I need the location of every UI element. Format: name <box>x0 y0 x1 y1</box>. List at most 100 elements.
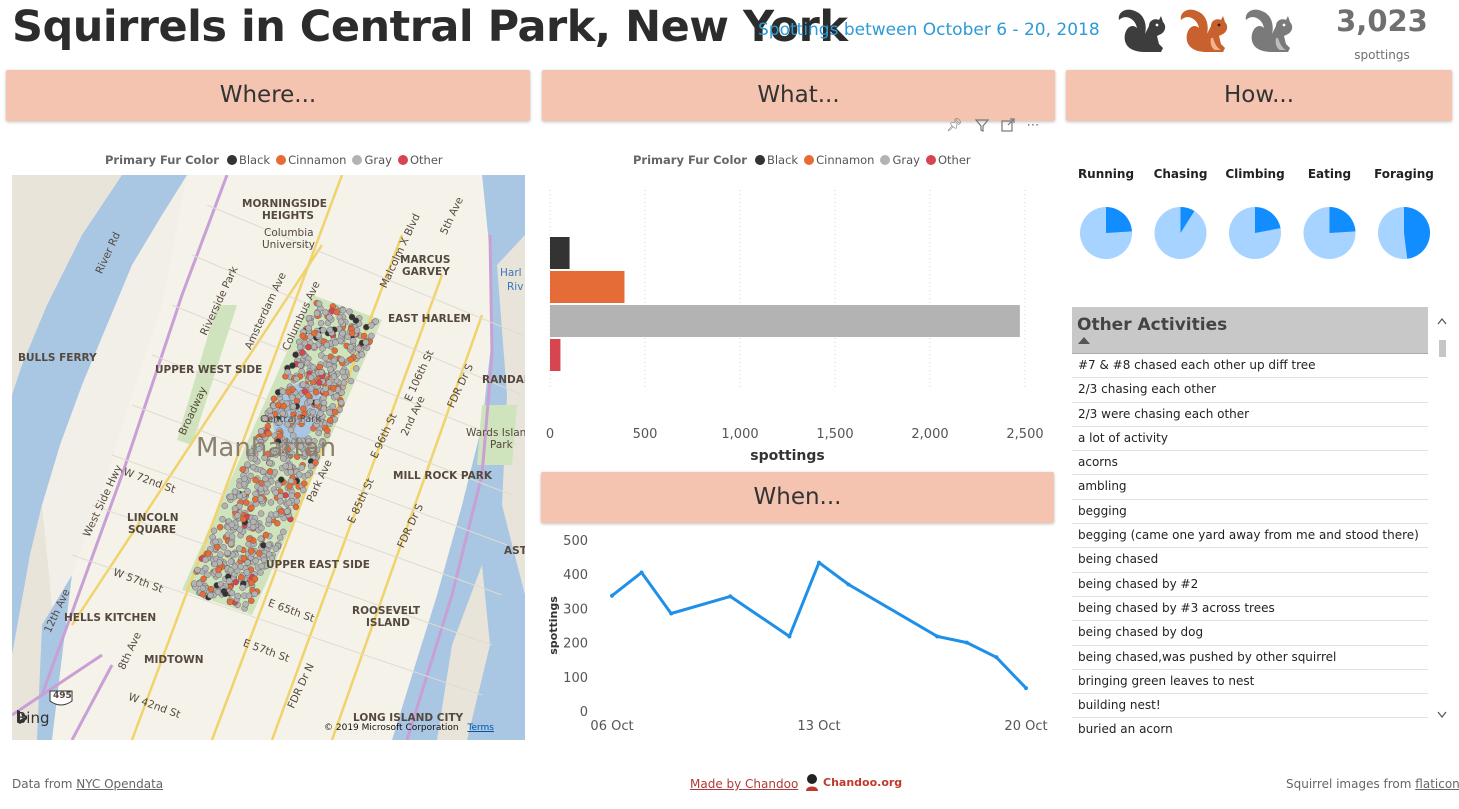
table-row[interactable]: #7 & #8 chased each other up diff tree <box>1072 354 1428 379</box>
footer-image-credit: Squirrel images from flaticon <box>1286 777 1459 791</box>
made-by-chandoo-link[interactable]: Made by Chandoo <box>690 777 798 791</box>
table-row[interactable]: ambling <box>1072 475 1428 500</box>
table-row[interactable]: 2/3 were chasing each other <box>1072 403 1428 427</box>
squirrel-point <box>280 528 287 536</box>
other-activities-table[interactable]: Other Activities #7 & #8 chased each oth… <box>1072 307 1428 741</box>
legend-title: Primary Fur Color <box>633 153 747 167</box>
squirrel-point <box>318 369 325 376</box>
table-row[interactable]: 2/3 chasing each other <box>1072 378 1428 403</box>
legend-label: Cinnamon <box>288 153 347 167</box>
line-point[interactable] <box>610 593 614 598</box>
table-row[interactable]: being chased by #2 <box>1072 573 1428 597</box>
legend-item[interactable]: Black <box>754 153 799 167</box>
squirrel-point <box>242 499 250 506</box>
squirrel-point <box>240 555 248 562</box>
squirrel-point <box>199 591 206 598</box>
squirrel-point <box>265 516 273 523</box>
pie-slice-true[interactable] <box>1404 207 1430 259</box>
map-label: Columbia <box>264 227 314 239</box>
map-legend: Primary Fur Color Black Cinnamon Gray Ot… <box>105 153 443 167</box>
filter-icon[interactable] <box>974 118 989 132</box>
table-row[interactable]: being chased,was pushed by other squirre… <box>1072 646 1428 670</box>
squirrel-point <box>348 330 356 337</box>
fur-color-bar-chart[interactable]: 0 500 1,000 1,500 2,000 2,500 spottings <box>540 175 1056 470</box>
squirrel-point <box>322 354 329 362</box>
squirrel-point <box>326 417 334 424</box>
focus-mode-icon[interactable] <box>1000 118 1015 132</box>
line-point[interactable] <box>846 582 851 587</box>
pie-slice-true[interactable] <box>1329 207 1356 233</box>
spottings-over-time-line-chart[interactable]: 0 100 200 300 400 500 06 Oct 13 Oct 20 Oct spotti… <box>540 525 1056 740</box>
table-row[interactable]: a lot of activity <box>1072 427 1428 452</box>
table-row[interactable]: being chased <box>1072 548 1428 573</box>
legend-item[interactable]: Black <box>226 153 270 167</box>
pin-icon[interactable]: 📌︎ <box>946 118 963 133</box>
data-source-prefix: Data from <box>12 777 77 791</box>
table-scrollbar[interactable] <box>1436 310 1448 738</box>
map-label: LINCOLN <box>127 512 179 524</box>
table-row[interactable]: bringing green leaves to nest <box>1072 670 1428 695</box>
line-point[interactable] <box>728 594 733 599</box>
squirrel-point <box>353 365 360 372</box>
terms-link[interactable]: Terms <box>467 723 494 733</box>
squirrel-point <box>247 472 254 480</box>
sort-ascending-icon[interactable] <box>1078 337 1090 344</box>
more-options-icon[interactable]: ⋯ <box>1027 118 1040 133</box>
squirrel-point <box>288 492 295 499</box>
squirrel-point <box>300 405 307 412</box>
nyc-opendata-link[interactable]: NYC Opendata <box>76 777 163 791</box>
chandoo-logo[interactable]: Chandoo.org <box>804 773 902 791</box>
pie-chart-group[interactable] <box>1066 165 1452 275</box>
line-point[interactable] <box>787 634 792 639</box>
table-row[interactable]: acorns <box>1072 451 1428 476</box>
bar-legend: Primary Fur Color Black Cinnamon Gray Ot… <box>633 153 971 167</box>
x-tick-label: 1,000 <box>721 427 758 442</box>
squirrel-point <box>285 388 292 396</box>
table-header[interactable]: Other Activities <box>1072 307 1428 354</box>
table-row[interactable]: being chased by #3 across trees <box>1072 597 1428 622</box>
squirrel-point <box>277 534 284 541</box>
table-row[interactable]: buried an acorn <box>1072 718 1428 741</box>
line-point[interactable] <box>817 560 821 565</box>
map-label: SQUARE <box>128 524 177 536</box>
squirrel-point <box>307 462 315 470</box>
bar-cinnamon[interactable] <box>550 271 625 303</box>
bar-black[interactable] <box>550 237 570 269</box>
line-point[interactable] <box>669 611 674 616</box>
legend-item[interactable]: Gray <box>352 153 392 167</box>
spottings-line[interactable] <box>611 561 1028 690</box>
legend-item[interactable]: Other <box>925 153 971 167</box>
legend-item[interactable]: Other <box>397 153 443 167</box>
table-row[interactable]: begging <box>1072 500 1428 525</box>
x-tick-label: 500 <box>633 427 658 442</box>
bar-gray[interactable] <box>550 305 1020 337</box>
line-point[interactable] <box>639 570 644 575</box>
squirrel-point <box>228 533 236 540</box>
squirrel-point <box>332 339 339 346</box>
squirrel-point <box>249 463 257 471</box>
squirrel-point <box>243 569 251 576</box>
bar-other[interactable] <box>550 339 561 371</box>
squirrel-point <box>303 359 311 367</box>
squirrel-point <box>304 471 312 479</box>
table-row[interactable]: building nest! <box>1072 694 1428 719</box>
squirrel-map[interactable]: MORNINGSIDE HEIGHTS Columbia University … <box>12 175 525 740</box>
table-row[interactable]: being chased by dog <box>1072 621 1428 646</box>
squirrel-point <box>204 550 212 557</box>
line-point[interactable] <box>935 634 940 639</box>
line-point[interactable] <box>964 640 969 645</box>
squirrel-point <box>326 314 333 321</box>
line-point[interactable] <box>994 655 999 660</box>
column-header-other-activities[interactable]: Other Activities <box>1077 315 1227 335</box>
legend-item[interactable]: Cinnamon <box>276 153 346 167</box>
map-label: MORNINGSIDE <box>242 198 327 210</box>
squirrel-point <box>207 592 214 599</box>
map-label: ROOSEVELT <box>352 605 421 617</box>
table-row[interactable]: begging (came one yard away from me and … <box>1072 524 1428 549</box>
legend-label: Black <box>766 153 799 167</box>
pie-slice-true[interactable] <box>1106 207 1132 233</box>
legend-item[interactable]: Gray <box>880 153 920 167</box>
flaticon-link[interactable]: flaticon <box>1415 777 1459 791</box>
legend-item[interactable]: Cinnamon <box>804 153 874 167</box>
line-point[interactable] <box>1024 686 1028 691</box>
